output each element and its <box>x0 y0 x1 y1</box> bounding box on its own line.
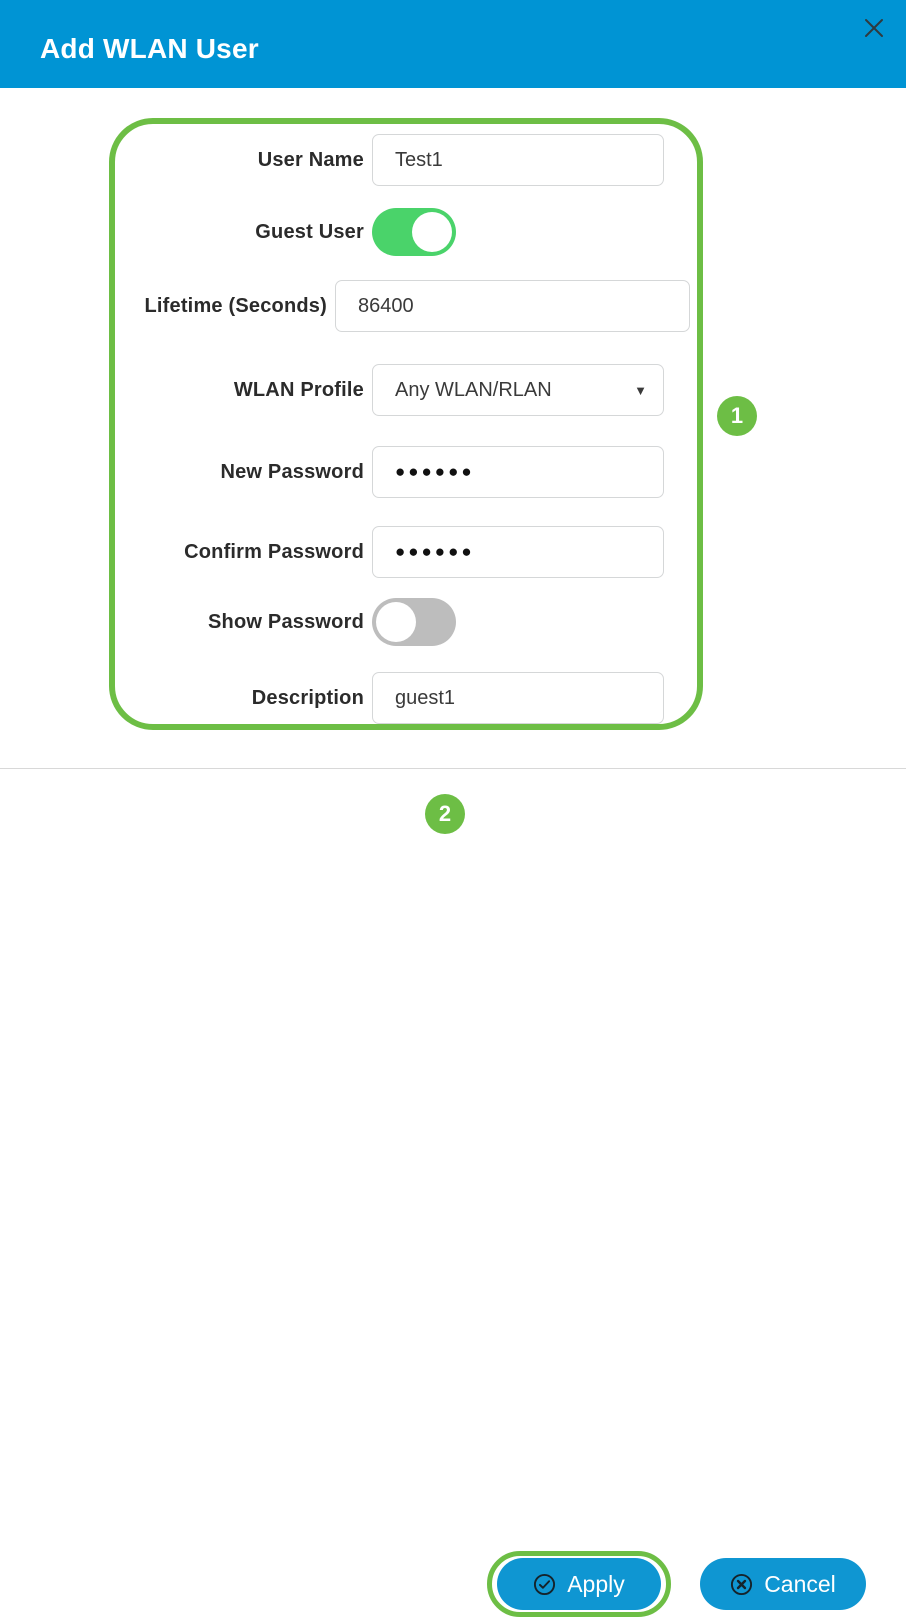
close-icon[interactable] <box>856 10 892 46</box>
modal-header: Add WLAN User <box>0 0 906 88</box>
form-row-guest-user: Guest User <box>0 206 700 258</box>
show-password-toggle[interactable] <box>372 598 456 646</box>
cancel-button[interactable]: Cancel <box>700 1558 866 1610</box>
form-row-show-password: Show Password <box>0 596 700 648</box>
form-row-lifetime: Lifetime (Seconds) 86400 <box>0 280 700 332</box>
wlan-profile-label: WLAN Profile <box>233 378 364 401</box>
apply-button[interactable]: Apply <box>497 1558 661 1610</box>
page-title: Add WLAN User <box>40 33 259 64</box>
form-row-new-password: New Password ●●●●●● <box>0 446 700 498</box>
wlan-profile-value: Any WLAN/RLAN <box>395 378 552 401</box>
cancel-button-label: Cancel <box>764 1570 836 1597</box>
guest-user-label: Guest User <box>255 220 364 243</box>
form-row-confirm-password: Confirm Password ●●●●●● <box>0 526 700 578</box>
confirm-password-label: Confirm Password <box>184 540 364 563</box>
wlan-profile-select[interactable]: Any WLAN/RLAN ▼ <box>372 364 664 416</box>
modal-footer: Apply Cancel <box>0 769 906 1617</box>
lifetime-label: Lifetime (Seconds) <box>144 294 327 317</box>
guest-user-toggle-wrap <box>372 208 664 256</box>
show-password-toggle-wrap <box>372 598 664 646</box>
description-label: Description <box>251 686 364 709</box>
lifetime-input[interactable]: 86400 <box>335 280 690 332</box>
new-password-value: ●●●●●● <box>395 462 475 481</box>
toggle-knob <box>376 602 416 642</box>
x-circle-icon <box>730 1573 753 1596</box>
description-input[interactable]: guest1 <box>372 672 664 724</box>
apply-button-label: Apply <box>567 1570 625 1597</box>
form-row-wlan-profile: WLAN Profile Any WLAN/RLAN ▼ <box>0 364 700 416</box>
form-row-user-name: User Name Test1 <box>0 134 700 186</box>
user-name-input[interactable]: Test1 <box>372 134 664 186</box>
confirm-password-value: ●●●●●● <box>395 542 475 561</box>
check-circle-icon <box>533 1573 556 1596</box>
toggle-knob <box>412 212 452 252</box>
new-password-label: New Password <box>220 460 364 483</box>
guest-user-toggle[interactable] <box>372 208 456 256</box>
step-badge-1: 1 <box>717 396 757 436</box>
user-name-label: User Name <box>257 148 364 171</box>
new-password-input[interactable]: ●●●●●● <box>372 446 664 498</box>
show-password-label: Show Password <box>208 610 364 633</box>
form-row-description: Description guest1 <box>0 672 700 724</box>
modal-body: User Name Test1 Guest User Lifetime (Sec… <box>0 88 906 768</box>
chevron-down-icon: ▼ <box>634 382 647 398</box>
confirm-password-input[interactable]: ●●●●●● <box>372 526 664 578</box>
